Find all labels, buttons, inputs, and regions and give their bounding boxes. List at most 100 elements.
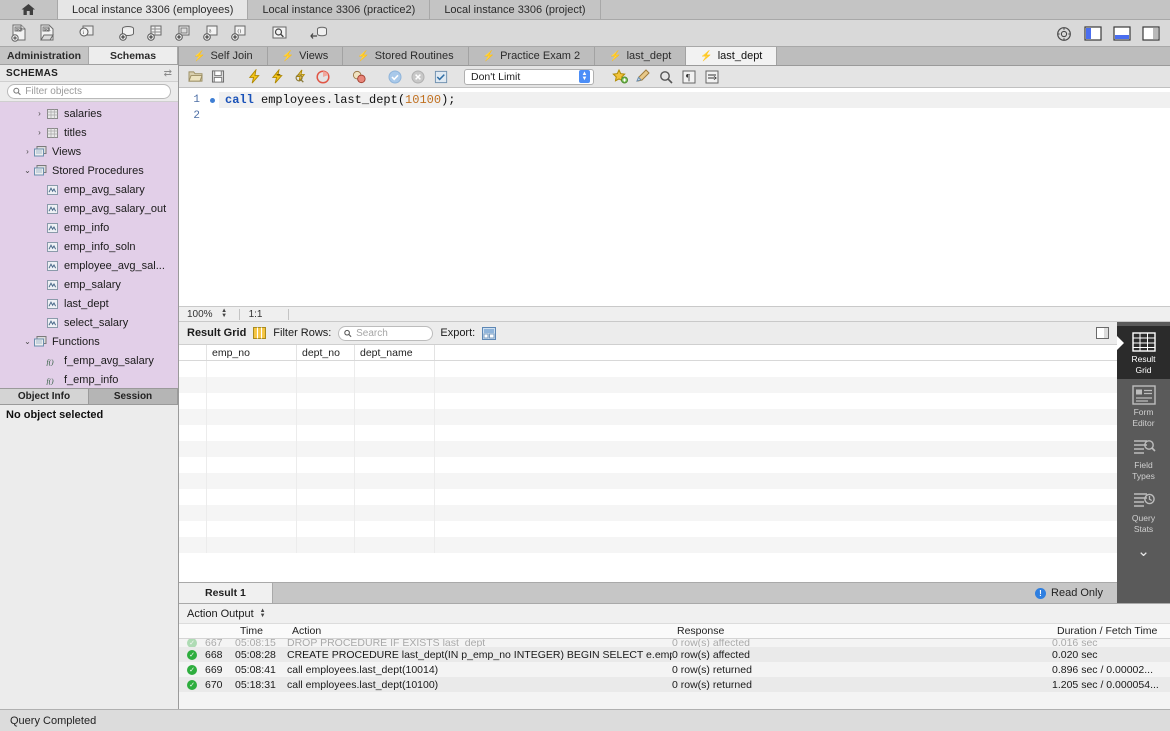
action-output-row[interactable]: ✓66705:08:15DROP PROCEDURE IF EXISTS las… [179, 639, 1170, 647]
create-view-button[interactable] [170, 22, 196, 44]
result-tab-1[interactable]: Result 1 [179, 583, 273, 603]
result-grid-cell[interactable] [297, 361, 355, 377]
result-grid-row[interactable] [179, 505, 1117, 521]
result-grid-cell[interactable] [355, 537, 435, 553]
tree-item-titles[interactable]: ›titles [0, 123, 178, 142]
result-grid-cell[interactable] [207, 425, 297, 441]
toggle-secondary-sidebar-button[interactable] [1138, 23, 1164, 45]
result-grid-row[interactable] [179, 521, 1117, 537]
sidebar-tab-administration[interactable]: Administration [0, 47, 89, 64]
inspect-table-button[interactable] [266, 22, 292, 44]
result-grid-cell[interactable] [297, 377, 355, 393]
code-line[interactable]: call employees.last_dept(10100); [219, 92, 1170, 108]
tree-item-f-emp-info[interactable]: ›f()f_emp_info [0, 370, 178, 388]
result-grid-rows[interactable] [179, 361, 1117, 553]
result-grid-cell[interactable] [355, 425, 435, 441]
result-grid-cell[interactable] [207, 489, 297, 505]
action-output-row[interactable]: ✓66905:08:41call employees.last_dept(100… [179, 662, 1170, 677]
column-header-dept_no[interactable]: dept_no [297, 345, 355, 360]
save-file-button[interactable] [208, 68, 228, 86]
result-grid-cell[interactable] [297, 393, 355, 409]
action-output-rows[interactable]: ✓66705:08:15DROP PROCEDURE IF EXISTS las… [179, 639, 1170, 709]
tree-item-emp-avg-salary[interactable]: ›emp_avg_salary [0, 180, 178, 199]
editor-tab-self-join[interactable]: ⚡Self Join [179, 47, 268, 65]
result-grid-row[interactable] [179, 441, 1117, 457]
result-grid-cell[interactable] [207, 537, 297, 553]
rollback-button[interactable] [408, 68, 428, 86]
result-grid-cell[interactable] [207, 393, 297, 409]
editor-tab-practice-exam-2[interactable]: ⚡Practice Exam 2 [469, 47, 596, 65]
result-grid[interactable]: emp_nodept_nodept_name [179, 345, 1117, 582]
editor-code-area[interactable]: call employees.last_dept(10100); [219, 88, 1170, 306]
refresh-icon[interactable]: ⇄ [164, 68, 172, 79]
editor-breakpoint-column[interactable] [205, 88, 219, 306]
create-procedure-button[interactable]: δ [198, 22, 224, 44]
view-result-grid[interactable]: Result Grid [1117, 326, 1170, 379]
maximize-results-icon[interactable] [1096, 327, 1109, 339]
result-grid-row[interactable] [179, 489, 1117, 505]
result-grid-cell[interactable] [355, 361, 435, 377]
tree-item-emp-avg-salary-out[interactable]: ›emp_avg_salary_out [0, 199, 178, 218]
window-tab-2[interactable]: Local instance 3306 (project) [430, 0, 600, 19]
filter-rows-input[interactable] [356, 328, 427, 339]
new-sql-tab-button[interactable]: SQL [6, 22, 32, 44]
breakpoint-slot[interactable] [205, 108, 219, 124]
code-line[interactable] [219, 108, 1170, 124]
window-tab-1[interactable]: Local instance 3306 (practice2) [248, 0, 430, 19]
result-grid-cell[interactable] [297, 537, 355, 553]
result-grid-cell[interactable] [355, 505, 435, 521]
home-button[interactable] [0, 0, 58, 19]
toggle-wrapping-button[interactable] [702, 68, 722, 86]
stop-execution-button[interactable] [313, 68, 333, 86]
find-button[interactable] [656, 68, 676, 86]
twisty-collapsed-icon[interactable]: › [22, 147, 33, 156]
result-grid-row[interactable] [179, 361, 1117, 377]
result-grid-cell[interactable] [207, 521, 297, 537]
open-sql-script-button[interactable]: SQL [34, 22, 60, 44]
editor-tab-last-dept[interactable]: ⚡last_dept [595, 47, 686, 65]
tab-object-info[interactable]: Object Info [0, 389, 89, 404]
editor-tab-stored-routines[interactable]: ⚡Stored Routines [343, 47, 468, 65]
column-header-emp_no[interactable]: emp_no [207, 345, 297, 360]
tree-item-views[interactable]: ›Views [0, 142, 178, 161]
result-grid-row[interactable] [179, 409, 1117, 425]
window-tab-0[interactable]: Local instance 3306 (employees) [58, 0, 248, 19]
result-grid-cell[interactable] [355, 409, 435, 425]
tree-item-emp-salary[interactable]: ›emp_salary [0, 275, 178, 294]
toggle-sidebar-button[interactable] [1080, 23, 1106, 45]
twisty-expanded-icon[interactable]: ⌄ [22, 166, 33, 175]
action-output-row[interactable]: ✓66805:08:28CREATE PROCEDURE last_dept(I… [179, 647, 1170, 662]
result-grid-cell[interactable] [355, 521, 435, 537]
column-header-dept_name[interactable]: dept_name [355, 345, 435, 360]
reconnect-server-button[interactable] [306, 22, 332, 44]
result-grid-cell[interactable] [207, 377, 297, 393]
result-grid-cell[interactable] [355, 441, 435, 457]
tree-item-employee-avg-sal-[interactable]: ›employee_avg_sal... [0, 256, 178, 275]
result-grid-cell[interactable] [297, 489, 355, 505]
tree-item-select-salary[interactable]: ›select_salary [0, 313, 178, 332]
create-function-button[interactable]: () [226, 22, 252, 44]
tree-item-f-emp-avg-salary[interactable]: ›f()f_emp_avg_salary [0, 351, 178, 370]
execute-current-statement-button[interactable] [267, 68, 287, 86]
result-grid-cell[interactable] [297, 409, 355, 425]
result-grid-cell[interactable] [297, 457, 355, 473]
action-output-selector[interactable]: ▲▼ [260, 609, 266, 619]
result-grid-cell[interactable] [297, 473, 355, 489]
result-grid-cell[interactable] [297, 425, 355, 441]
sql-editor[interactable]: 12 call employees.last_dept(10100); [179, 88, 1170, 306]
limit-rows-stepper[interactable]: ▲▼ [579, 70, 590, 83]
result-grid-cell[interactable] [207, 473, 297, 489]
result-grid-cell[interactable] [355, 377, 435, 393]
open-connection-button[interactable]: i [74, 22, 100, 44]
limit-rows-select[interactable]: Don't Limit ▲▼ [464, 69, 594, 85]
result-grid-cell[interactable] [297, 521, 355, 537]
result-grid-row[interactable] [179, 473, 1117, 489]
tree-item-emp-info-soln[interactable]: ›emp_info_soln [0, 237, 178, 256]
result-grid-cell[interactable] [355, 473, 435, 489]
twisty-expanded-icon[interactable]: ⌄ [22, 337, 33, 346]
tab-session[interactable]: Session [89, 389, 178, 404]
filter-rows-search-box[interactable] [338, 326, 433, 341]
result-grid-cell[interactable] [355, 457, 435, 473]
result-grid-cell[interactable] [207, 409, 297, 425]
explain-query-button[interactable] [290, 68, 310, 86]
